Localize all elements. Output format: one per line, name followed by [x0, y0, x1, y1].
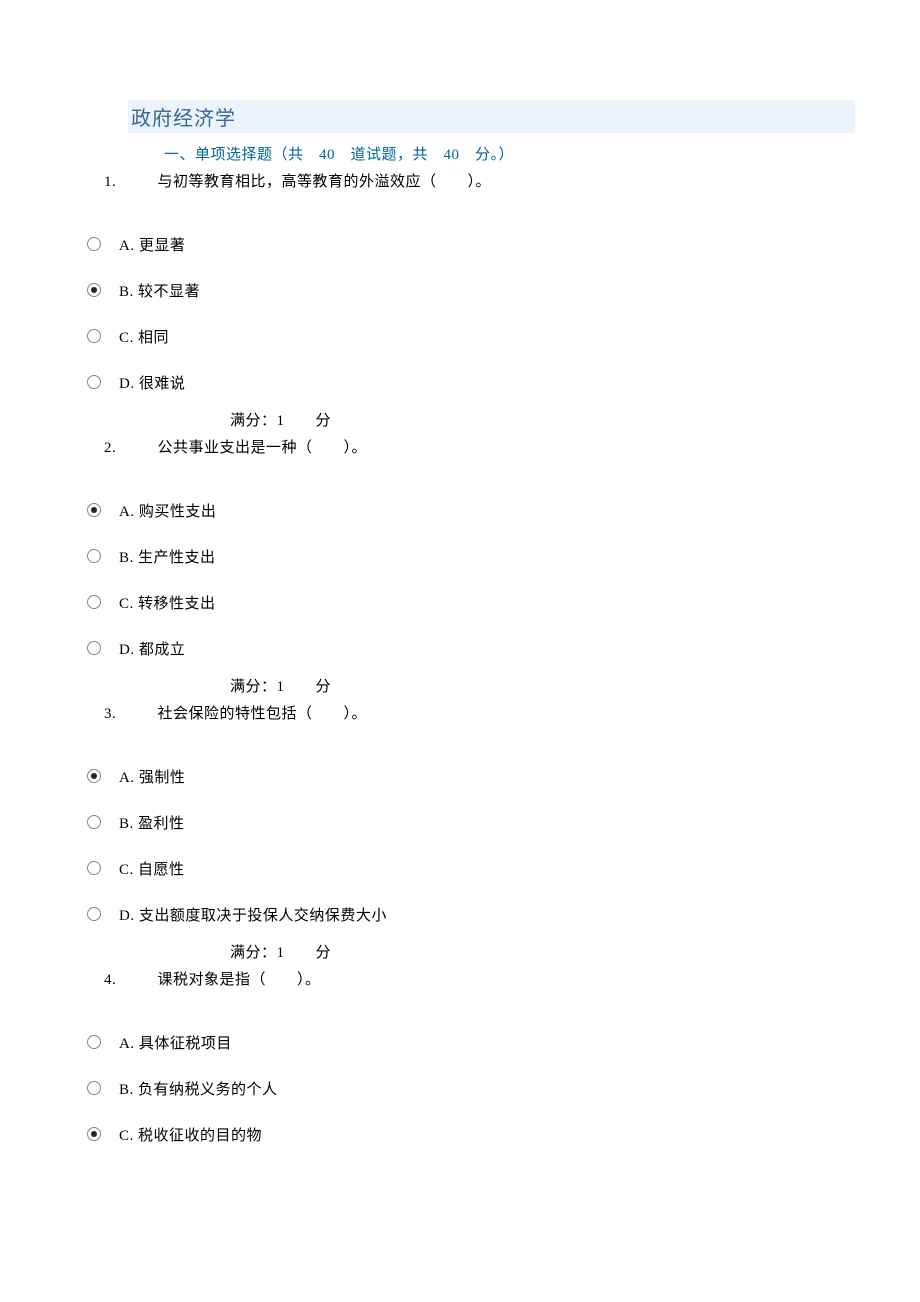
question-number: 1. [104, 174, 142, 191]
question-number: 4. [104, 972, 142, 989]
option-label: A. 购买性支出 [101, 500, 216, 521]
radio-icon[interactable] [87, 375, 101, 389]
radio-icon[interactable] [87, 815, 101, 829]
option-label: C. 转移性支出 [101, 592, 216, 613]
option-label: D. 都成立 [101, 638, 185, 659]
question-stem: 与初等教育相比，高等教育的外溢效应（ ）。 [142, 174, 491, 190]
option-row[interactable]: A. 更显著 [0, 219, 920, 265]
radio-icon[interactable] [87, 641, 101, 655]
option-row[interactable]: B. 生产性支出 [0, 531, 920, 577]
score-line: 满分：1 分 [230, 935, 920, 964]
radio-icon[interactable] [87, 283, 101, 297]
option-label: A. 具体征税项目 [101, 1032, 232, 1053]
radio-icon[interactable] [87, 595, 101, 609]
radio-icon[interactable] [87, 1127, 101, 1141]
question-stem: 公共事业支出是一种（ ）。 [142, 440, 367, 456]
section-header: 一、单项选择题（共 40 道试题，共 40 分。） [164, 139, 920, 166]
option-row[interactable]: D. 都成立 [0, 623, 920, 669]
radio-icon[interactable] [87, 769, 101, 783]
option-row[interactable]: B. 盈利性 [0, 797, 920, 843]
option-label: C. 自愿性 [101, 858, 185, 879]
question-text: 3. 社会保险的特性包括（ ）。 [104, 698, 920, 729]
option-row[interactable]: A. 具体征税项目 [0, 1017, 920, 1063]
option-label: B. 负有纳税义务的个人 [101, 1078, 278, 1099]
option-row[interactable]: A. 强制性 [0, 751, 920, 797]
option-label: B. 生产性支出 [101, 546, 216, 567]
option-row[interactable]: D. 支出额度取决于投保人交纳保费大小 [0, 889, 920, 935]
question-text: 4. 课税对象是指（ ）。 [104, 964, 920, 995]
question-number: 3. [104, 706, 142, 723]
title-band: 政府经济学 [128, 100, 855, 133]
option-row[interactable]: C. 税收征收的目的物 [0, 1109, 920, 1155]
radio-icon[interactable] [87, 237, 101, 251]
option-label: D. 支出额度取决于投保人交纳保费大小 [101, 904, 387, 925]
question-stem: 课税对象是指（ ）。 [142, 972, 321, 988]
option-row[interactable]: B. 较不显著 [0, 265, 920, 311]
option-label: B. 较不显著 [101, 280, 200, 301]
option-row[interactable]: C. 自愿性 [0, 843, 920, 889]
option-row[interactable]: A. 购买性支出 [0, 485, 920, 531]
option-label: D. 很难说 [101, 372, 185, 393]
radio-icon[interactable] [87, 861, 101, 875]
option-label: A. 强制性 [101, 766, 185, 787]
question-text: 1. 与初等教育相比，高等教育的外溢效应（ ）。 [104, 166, 920, 197]
radio-icon[interactable] [87, 503, 101, 517]
option-row[interactable]: B. 负有纳税义务的个人 [0, 1063, 920, 1109]
score-line: 满分：1 分 [230, 669, 920, 698]
radio-icon[interactable] [87, 907, 101, 921]
score-line: 满分：1 分 [230, 403, 920, 432]
question-number: 2. [104, 440, 142, 457]
page-title: 政府经济学 [131, 108, 236, 130]
option-label: C. 相同 [101, 326, 169, 347]
option-label: B. 盈利性 [101, 812, 185, 833]
option-row[interactable]: C. 相同 [0, 311, 920, 357]
radio-icon[interactable] [87, 549, 101, 563]
document-body: 政府经济学 一、单项选择题（共 40 道试题，共 40 分。） 1. 与初等教育… [0, 0, 920, 1195]
question-text: 2. 公共事业支出是一种（ ）。 [104, 432, 920, 463]
option-label: C. 税收征收的目的物 [101, 1124, 262, 1145]
option-row[interactable]: D. 很难说 [0, 357, 920, 403]
radio-icon[interactable] [87, 1081, 101, 1095]
radio-icon[interactable] [87, 1035, 101, 1049]
option-row[interactable]: C. 转移性支出 [0, 577, 920, 623]
question-stem: 社会保险的特性包括（ ）。 [142, 706, 367, 722]
radio-icon[interactable] [87, 329, 101, 343]
option-label: A. 更显著 [101, 234, 185, 255]
